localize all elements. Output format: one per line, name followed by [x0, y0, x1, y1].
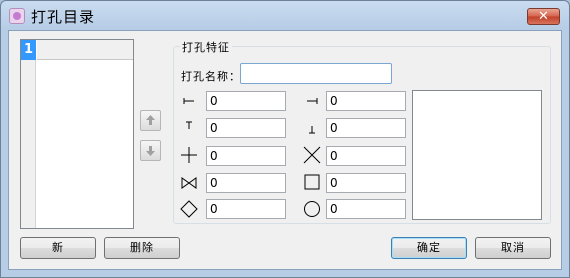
square-icon: [304, 174, 320, 190]
x-cross-value[interactable]: [326, 146, 406, 166]
x-cross-icon: [303, 146, 321, 164]
circle-icon: [304, 201, 320, 217]
right-tee-icon: [307, 98, 318, 104]
list-row-header-gutter: [21, 60, 36, 228]
close-button[interactable]: ✕: [527, 8, 560, 25]
list-item-number: 1: [21, 40, 36, 60]
right-tee-value[interactable]: [326, 91, 406, 111]
punch-name-label: 打孔名称：: [181, 70, 241, 83]
left-tee-value[interactable]: [206, 91, 286, 111]
list-item-name[interactable]: [37, 40, 133, 60]
window-title: 打孔目录: [31, 8, 96, 26]
top-tee-value[interactable]: [206, 118, 286, 138]
punch-list[interactable]: 1: [20, 39, 134, 229]
bowtie-value[interactable]: [206, 173, 286, 193]
diamond-icon: [180, 200, 198, 218]
cancel-button[interactable]: 取消: [475, 237, 551, 259]
punch-name-input[interactable]: [240, 63, 392, 84]
left-tee-icon: [183, 98, 194, 104]
group-title: 打孔特征: [180, 39, 232, 55]
title-bar: 打孔目录 ✕: [0, 0, 570, 30]
circle-value[interactable]: [326, 199, 406, 219]
move-up-button[interactable]: [140, 110, 161, 131]
arrow-up-icon: [146, 115, 155, 125]
bowtie-icon: [181, 177, 197, 189]
ok-button[interactable]: 确定: [391, 237, 467, 259]
arrow-down-icon: [146, 146, 155, 156]
app-icon: [9, 8, 25, 24]
move-down-button[interactable]: [140, 140, 161, 161]
cross-value[interactable]: [206, 146, 286, 166]
square-value[interactable]: [326, 173, 406, 193]
top-tee-icon: [186, 121, 192, 129]
cross-icon: [181, 147, 197, 163]
bottom-tee-value[interactable]: [326, 118, 406, 138]
diamond-value[interactable]: [206, 199, 286, 219]
dialog-client-area: 1 打孔特征 打孔名称： 0 0 0 0 0 0 0 0 0 0 新 删除 确定…: [8, 30, 562, 270]
shape-preview-panel: [412, 90, 542, 220]
delete-button[interactable]: 删除: [104, 237, 180, 259]
list-item[interactable]: 1: [21, 40, 133, 60]
new-button[interactable]: 新: [20, 237, 96, 259]
bottom-tee-icon: [309, 126, 315, 134]
